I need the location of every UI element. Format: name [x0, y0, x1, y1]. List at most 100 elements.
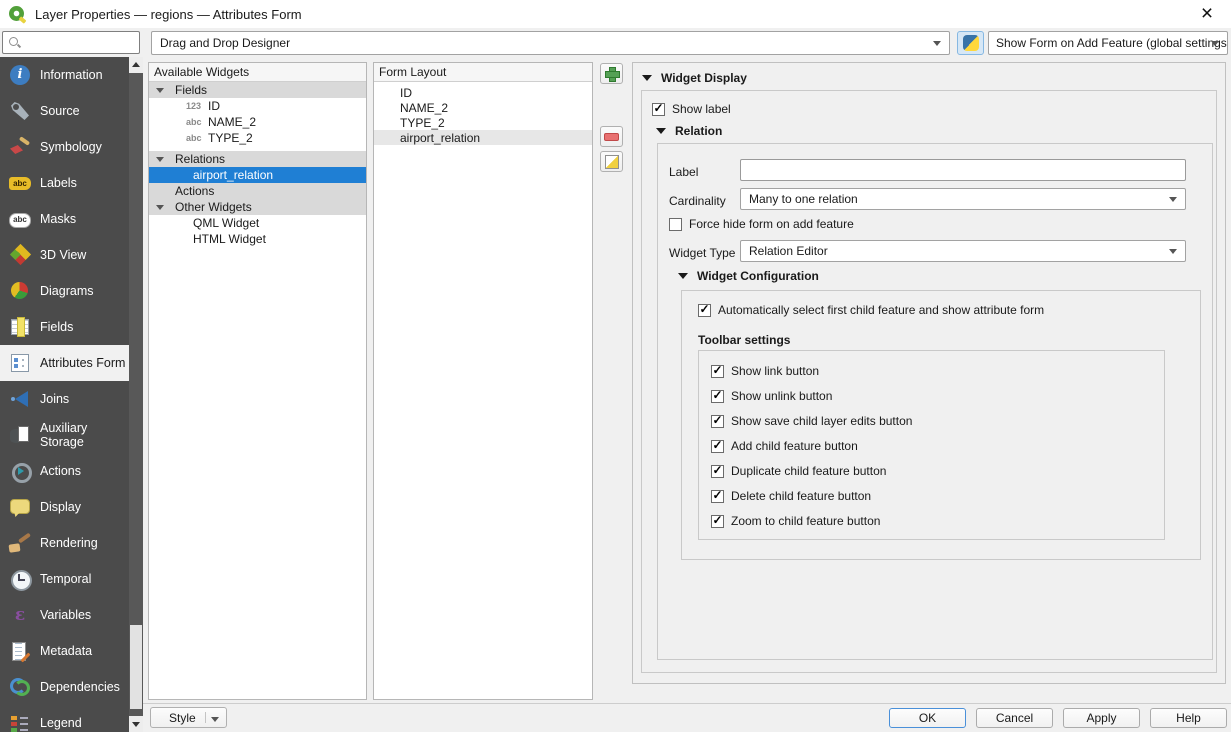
titlebar: Layer Properties — regions — Attributes …: [0, 0, 1231, 28]
sidebar-item-information[interactable]: Information: [0, 57, 129, 93]
formlayout-item-name-2[interactable]: NAME_2: [374, 100, 592, 115]
sidebar-item-labels[interactable]: Labels: [0, 165, 129, 201]
checkbox[interactable]: ✓: [711, 465, 724, 478]
widget-display-section-header[interactable]: Widget Display: [642, 71, 747, 85]
collapse-triangle-icon[interactable]: [156, 88, 164, 93]
show-unlink-checkbox[interactable]: ✓Show unlink button: [711, 389, 1164, 403]
relation-label-input[interactable]: [740, 159, 1186, 181]
tree-item-qml-widget[interactable]: QML Widget: [149, 215, 366, 231]
scrollbar-thumb[interactable]: [130, 625, 142, 709]
search-box[interactable]: [2, 31, 140, 54]
sidebar-item-rendering[interactable]: Rendering: [0, 525, 129, 561]
window-title: Layer Properties — regions — Attributes …: [35, 7, 302, 22]
toolbar-settings-box: ✓Show link button ✓Show unlink button ✓S…: [698, 350, 1165, 540]
tree-item-id[interactable]: 123ID: [149, 98, 366, 114]
sidebar-item-joins[interactable]: Joins: [0, 381, 129, 417]
masks-icon: [9, 208, 31, 230]
sidebar-item-symbology[interactable]: Symbology: [0, 129, 129, 165]
widget-configuration-section-header[interactable]: Widget Configuration: [678, 269, 819, 283]
remove-item-button[interactable]: [600, 126, 623, 147]
cardinality-select[interactable]: Many to one relation: [740, 188, 1186, 210]
tree-group-other-widgets[interactable]: Other Widgets: [149, 199, 366, 215]
collapse-triangle-icon[interactable]: [678, 273, 688, 279]
collapse-triangle-icon[interactable]: [642, 75, 652, 81]
close-icon[interactable]: [1191, 0, 1223, 28]
checkbox[interactable]: ✓: [698, 304, 711, 317]
sidebar-item-auxiliary-storage[interactable]: Auxiliary Storage: [0, 417, 129, 453]
search-input[interactable]: [26, 32, 139, 53]
checkbox[interactable]: ✓: [711, 390, 724, 403]
sidebar-item-metadata[interactable]: Metadata: [0, 633, 129, 669]
cancel-button[interactable]: Cancel: [976, 708, 1053, 728]
label-field-label: Label: [669, 165, 698, 179]
sidebar-list: Information Source Symbology Labels Mask…: [0, 57, 129, 732]
plus-icon: [605, 67, 618, 80]
relation-section-header[interactable]: Relation: [656, 124, 722, 138]
tree-group-actions[interactable]: Actions: [149, 183, 366, 199]
sidebar-item-actions[interactable]: Actions: [0, 453, 129, 489]
tree-item-airport-relation[interactable]: airport_relation: [149, 167, 366, 183]
checkbox[interactable]: ✓: [711, 415, 724, 428]
sidebar-item-temporal[interactable]: Temporal: [0, 561, 129, 597]
formlayout-item-id[interactable]: ID: [374, 85, 592, 100]
add-container-button[interactable]: [600, 63, 623, 84]
sidebar-item-dependencies[interactable]: Dependencies: [0, 669, 129, 705]
sidebar-item-masks[interactable]: Masks: [0, 201, 129, 237]
toolbar-settings-title: Toolbar settings: [698, 333, 790, 347]
relation-box: Label Cardinality Many to one relation F…: [657, 143, 1213, 660]
formlayout-item-type-2[interactable]: TYPE_2: [374, 115, 592, 130]
sidebar-item-attributes-form[interactable]: Attributes Form: [0, 345, 131, 381]
help-button[interactable]: Help: [1150, 708, 1227, 728]
apply-button[interactable]: Apply: [1063, 708, 1140, 728]
cardinality-value: Many to one relation: [749, 192, 858, 206]
form-layout-list: ID NAME_2 TYPE_2 airport_relation: [374, 82, 592, 145]
checkbox[interactable]: ✓: [652, 103, 665, 116]
save-child-edits-checkbox[interactable]: ✓Show save child layer edits button: [711, 414, 1164, 428]
checkbox[interactable]: ✓: [711, 490, 724, 503]
sidebar-item-source[interactable]: Source: [0, 93, 129, 129]
sidebar-item-legend[interactable]: Legend: [0, 705, 129, 732]
add-child-feature-checkbox[interactable]: ✓Add child feature button: [711, 439, 1164, 453]
legend-icon: [9, 712, 31, 732]
source-icon: [9, 100, 31, 122]
formlayout-item-airport-relation[interactable]: airport_relation: [374, 130, 592, 145]
scroll-up-icon[interactable]: [129, 57, 143, 73]
tree-item-name-2[interactable]: abcNAME_2: [149, 114, 366, 130]
zoom-child-feature-checkbox[interactable]: ✓Zoom to child feature button: [711, 514, 1164, 528]
collapse-triangle-icon[interactable]: [156, 205, 164, 210]
checkbox[interactable]: ✓: [711, 515, 724, 528]
editor-layout-select[interactable]: Drag and Drop Designer: [151, 31, 950, 55]
show-form-on-add-feature-value: Show Form on Add Feature (global setting…: [996, 36, 1228, 50]
sidebar-item-3d-view[interactable]: 3D View: [0, 237, 129, 273]
show-label-checkbox[interactable]: ✓ Show label: [652, 102, 731, 116]
auto-select-checkbox[interactable]: ✓ Automatically select first child featu…: [698, 303, 1044, 317]
duplicate-child-feature-checkbox[interactable]: ✓Duplicate child feature button: [711, 464, 1164, 478]
rename-item-button[interactable]: [600, 151, 623, 172]
delete-child-feature-checkbox[interactable]: ✓Delete child feature button: [711, 489, 1164, 503]
show-form-on-add-feature-select[interactable]: Show Form on Add Feature (global setting…: [988, 31, 1228, 55]
footer-divider: [143, 703, 1231, 704]
sidebar-item-diagrams[interactable]: Diagrams: [0, 273, 129, 309]
tree-item-html-widget[interactable]: HTML Widget: [149, 231, 366, 247]
scroll-down-icon[interactable]: [129, 716, 143, 732]
widget-type-select[interactable]: Relation Editor: [740, 240, 1186, 262]
ok-button[interactable]: OK: [889, 708, 966, 728]
tree-group-relations[interactable]: Relations: [149, 151, 366, 167]
sidebar-item-display[interactable]: Display: [0, 489, 129, 525]
checkbox[interactable]: ✓: [711, 440, 724, 453]
sidebar-scrollbar[interactable]: [129, 57, 143, 732]
tree-group-fields[interactable]: Fields: [149, 82, 366, 98]
style-menu-button[interactable]: Style: [150, 707, 227, 728]
collapse-triangle-icon[interactable]: [156, 157, 164, 162]
checkbox[interactable]: [669, 218, 682, 231]
tree-item-type-2[interactable]: abcTYPE_2: [149, 130, 366, 146]
collapse-triangle-icon[interactable]: [656, 128, 666, 134]
python-init-button[interactable]: [957, 31, 984, 55]
temporal-icon: [9, 568, 31, 590]
checkbox[interactable]: ✓: [711, 365, 724, 378]
widget-display-box: ✓ Show label Relation Label Cardinality …: [641, 90, 1217, 673]
sidebar-item-variables[interactable]: Variables: [0, 597, 129, 633]
force-hide-checkbox[interactable]: Force hide form on add feature: [669, 217, 854, 231]
show-link-checkbox[interactable]: ✓Show link button: [711, 364, 1164, 378]
sidebar-item-fields[interactable]: Fields: [0, 309, 129, 345]
